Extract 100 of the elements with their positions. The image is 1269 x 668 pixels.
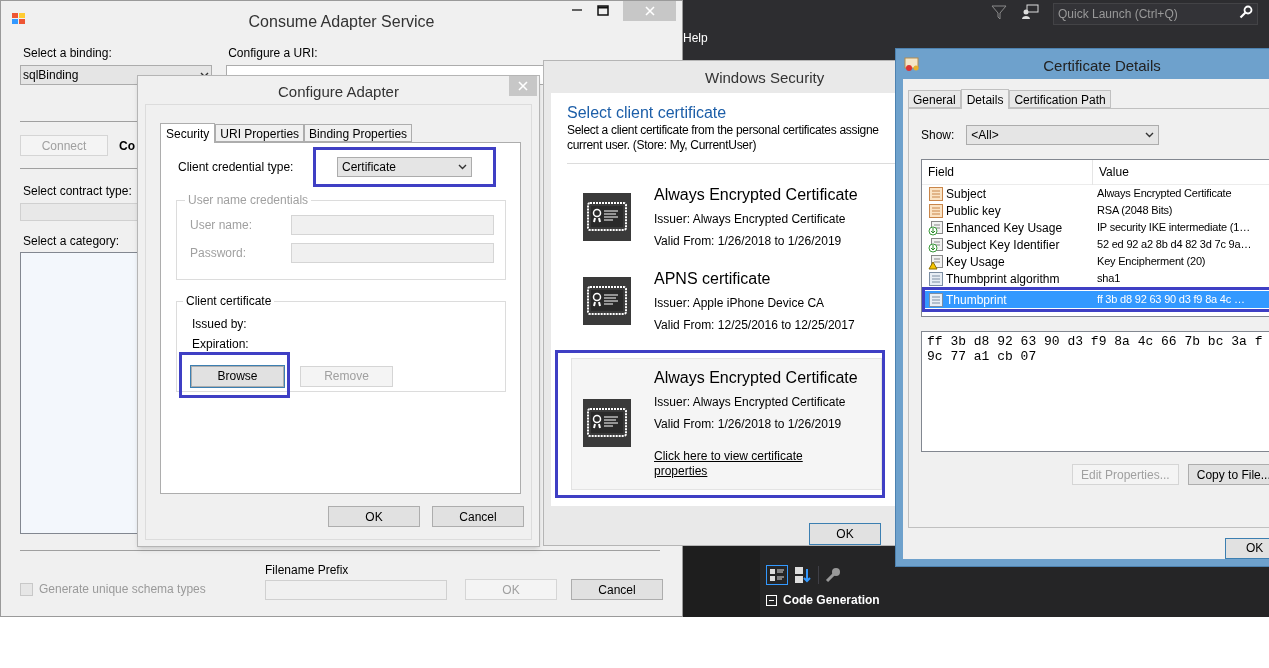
tab[interactable]: Details bbox=[960, 89, 1010, 109]
maximize-icon[interactable] bbox=[597, 5, 609, 17]
field-label: Select a binding: bbox=[23, 46, 113, 61]
table-cell-text: Enhanced Key Usage bbox=[945, 219, 1064, 237]
document-icon bbox=[928, 270, 944, 287]
certificate-title: Always Encrypted Certificate bbox=[654, 368, 858, 388]
validity-text: Valid From: 1/26/2018 to 1/26/2019 bbox=[654, 233, 843, 250]
description-text: Select a client certificate from the personal certificates assigne bbox=[567, 123, 879, 138]
tab[interactable]: Binding Properties bbox=[304, 124, 413, 142]
certificate-icon bbox=[583, 277, 631, 325]
table-cell-text: RSA (2048 Bits) bbox=[1096, 203, 1173, 219]
issuer-text: Issuer: Always Encrypted Certificate bbox=[654, 394, 847, 411]
field-label: Issued by: bbox=[192, 316, 248, 333]
dialog-button[interactable]: Cancel bbox=[571, 579, 663, 600]
certificate-link[interactable]: Click here to view certificate properties bbox=[654, 449, 814, 479]
wrench-icon[interactable] bbox=[825, 567, 841, 583]
table-cell-text: Thumbprint bbox=[945, 291, 1008, 309]
table-cell-text: Subject Key Identifier bbox=[945, 236, 1061, 254]
dialog-button[interactable]: Browse bbox=[191, 365, 284, 387]
feedback-icon[interactable] bbox=[1021, 4, 1039, 20]
table-row[interactable]: Key Usage Key Encipherment (20) bbox=[922, 253, 1269, 270]
group-title: Client certificate bbox=[185, 293, 273, 310]
table-cell-text: Always Encrypted Certificate bbox=[1096, 186, 1232, 202]
description-text: current user. (Store: My, CurrentUser) bbox=[567, 138, 757, 153]
app-icon bbox=[11, 12, 27, 26]
window-title: Configure Adapter bbox=[277, 82, 400, 102]
validity-text: Valid From: 12/25/2016 to 12/25/2017 bbox=[654, 317, 855, 334]
certificate-icon bbox=[904, 56, 920, 72]
issuer-text: Issuer: Always Encrypted Certificate bbox=[654, 211, 847, 228]
menu-item[interactable]: Help bbox=[683, 30, 708, 46]
table-row[interactable]: Thumbprint algorithm sha1 bbox=[922, 270, 1269, 287]
field-label: Filename Prefix bbox=[265, 563, 350, 578]
chevron-down-icon bbox=[1145, 132, 1155, 138]
show-dropdown[interactable]: <All> bbox=[966, 125, 1160, 145]
issuer-text: Issuer: Apple iPhone Device CA bbox=[654, 295, 826, 312]
group-title: User name credentials bbox=[187, 192, 310, 209]
dialog-button[interactable]: OK bbox=[328, 506, 420, 527]
filter-icon[interactable] bbox=[991, 4, 1007, 20]
chevron-down-icon bbox=[458, 164, 467, 170]
credential-type-dropdown[interactable]: Certificate bbox=[337, 157, 472, 177]
dialog-button[interactable]: Copy to File... bbox=[1187, 464, 1269, 485]
field-label: Configure a URI: bbox=[228, 46, 319, 61]
document-icon bbox=[928, 202, 944, 219]
document-download-icon bbox=[928, 236, 944, 253]
section-heading: Co bbox=[119, 137, 135, 155]
table-cell-text: Thumbprint algorithm bbox=[945, 270, 1061, 288]
document-icon bbox=[928, 291, 944, 308]
field-label: Expiration: bbox=[192, 336, 250, 353]
table-cell-text: ff 3b d8 92 63 90 d3 f9 8a 4c … bbox=[1096, 292, 1245, 308]
tab[interactable]: URI Properties bbox=[215, 124, 305, 142]
close-icon bbox=[518, 81, 528, 91]
window-title: Windows Security bbox=[705, 68, 825, 88]
table-row[interactable]: Enhanced Key Usage IP security IKE intermediate (1… bbox=[922, 219, 1269, 236]
value-text: ff 3b d8 92 63 90 d3 f9 8a 4c 66 7b bc 3a f bbox=[927, 334, 1264, 349]
value-text: 9c 77 a1 cb 07 bbox=[927, 349, 1038, 364]
field-label: Password: bbox=[190, 245, 248, 262]
dialog-button[interactable]: OK bbox=[1225, 537, 1269, 559]
dialog-button[interactable]: OK bbox=[809, 523, 881, 545]
window-title: Consume Adapter Service bbox=[247, 12, 436, 32]
table-cell-text: Key Usage bbox=[945, 253, 1006, 271]
tab[interactable]: Security bbox=[160, 123, 216, 143]
certificate-title: Always Encrypted Certificate bbox=[654, 185, 858, 205]
table-cell-text: Public key bbox=[945, 202, 1002, 220]
column-header[interactable]: Value bbox=[1093, 159, 1129, 185]
sort-down-icon[interactable] bbox=[794, 566, 812, 584]
tab[interactable]: General bbox=[908, 90, 961, 108]
heading: Select client certificate bbox=[567, 103, 728, 123]
field-label: Client credential type: bbox=[178, 159, 295, 176]
category-heading: Code Generation bbox=[783, 592, 880, 609]
document-icon bbox=[928, 185, 944, 202]
dialog-button[interactable]: Cancel bbox=[432, 506, 524, 527]
table-cell-text: 52 ed 92 a2 8b d4 82 3d 7c 9a… bbox=[1096, 237, 1252, 253]
certificate-title: APNS certificate bbox=[654, 269, 772, 289]
field-label: User name: bbox=[190, 217, 254, 234]
document-warning-icon bbox=[928, 253, 944, 270]
collapse-icon[interactable] bbox=[766, 594, 777, 606]
table-row[interactable]: Public key RSA (2048 Bits) bbox=[922, 202, 1269, 219]
column-header[interactable]: Field bbox=[922, 159, 1093, 185]
certificate-item[interactable]: Always Encrypted Certificate Issuer: Always Encrypted Certificate Valid From: 1/26/2018 to 1/26/2019 bbox=[571, 179, 882, 257]
filename-prefix-field[interactable] bbox=[265, 580, 447, 600]
certificate-item[interactable]: APNS certificate Issuer: Apple iPhone Device CA Valid From: 12/25/2016 to 12/25/2017 bbox=[571, 263, 882, 341]
search-icon[interactable] bbox=[1239, 5, 1253, 19]
certificate-icon bbox=[583, 193, 631, 241]
value-text-area[interactable]: ff 3b d8 92 63 90 d3 f9 8a 4c 66 7b bc 3a f 9c 77 a1 cb 07 bbox=[921, 331, 1269, 452]
checkbox-label: Generate unique schema types bbox=[39, 581, 206, 598]
close-icon bbox=[644, 6, 655, 16]
table-cell-text: Subject bbox=[945, 185, 988, 203]
categorized-view-icon[interactable] bbox=[766, 565, 788, 585]
document-download-icon bbox=[928, 219, 944, 236]
field-label: Show: bbox=[921, 127, 955, 144]
tab[interactable]: Certification Path bbox=[1009, 90, 1111, 108]
certificate-icon bbox=[583, 399, 631, 447]
validity-text: Valid From: 1/26/2018 to 1/26/2019 bbox=[654, 416, 843, 433]
table-cell-text: Key Encipherment (20) bbox=[1096, 254, 1206, 270]
table-cell-text: sha1 bbox=[1096, 271, 1121, 287]
table-row[interactable]: Subject Always Encrypted Certificate bbox=[922, 185, 1269, 202]
quick-launch-field[interactable]: Quick Launch (Ctrl+Q) bbox=[1053, 3, 1258, 25]
table-row[interactable]: Subject Key Identifier 52 ed 92 a2 8b d4 82 3d 7c 9a… bbox=[922, 236, 1269, 253]
certificate-item[interactable]: Always Encrypted Certificate Issuer: Always Encrypted Certificate Valid From: 1/26/2018 to 1/26/2019 Click here to view certificate properties bbox=[571, 358, 882, 490]
window-title: Certificate Details bbox=[1042, 56, 1162, 76]
